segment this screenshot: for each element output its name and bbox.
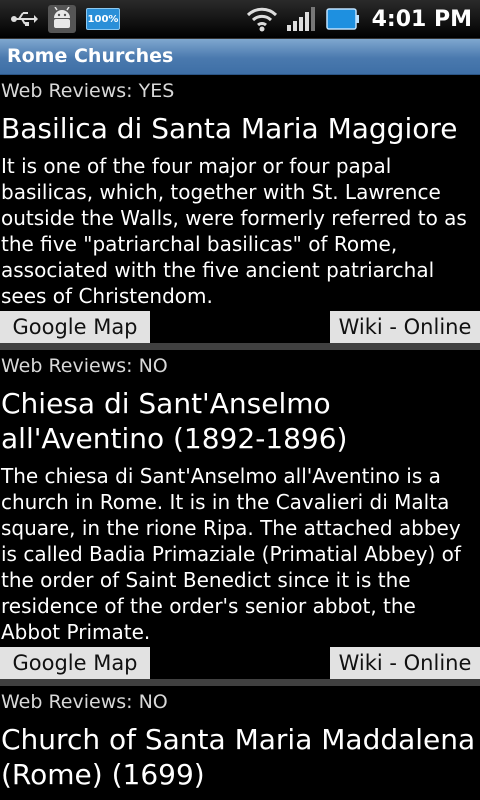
wiki-online-button[interactable]: Wiki - Online: [330, 647, 480, 679]
signal-strength-icon: [286, 6, 318, 32]
android-debug-icon: [48, 5, 76, 33]
church-description: The chiesa di Sant'Anselmo all'Aventino …: [1, 464, 461, 644]
google-map-button[interactable]: Google Map: [0, 647, 150, 679]
google-map-button[interactable]: Google Map: [0, 311, 150, 343]
app-title: Rome Churches: [7, 45, 174, 67]
divider: [0, 343, 480, 350]
church-description: It is one of the four major or four papa…: [1, 154, 467, 308]
app-title-bar: Rome Churches: [0, 39, 480, 75]
web-reviews-status: Web Reviews: NO: [1, 355, 168, 377]
battery-icon: [325, 7, 360, 31]
battery-full-icon: 100%: [86, 8, 120, 30]
divider: [0, 679, 480, 686]
wiki-online-button[interactable]: Wiki - Online: [330, 311, 480, 343]
web-reviews-status: Web Reviews: YES: [1, 80, 175, 102]
usb-icon: [10, 9, 38, 29]
status-bar: 100% 4:01 PM: [0, 0, 480, 39]
clock: 4:01 PM: [371, 6, 472, 32]
church-name: Church of Santa Maria Maddalena (Rome) (…: [1, 723, 476, 791]
web-reviews-status: Web Reviews: NO: [1, 691, 168, 713]
battery-percent-label: 100%: [87, 13, 119, 25]
church-name: Basilica di Santa Maria Maggiore: [1, 112, 458, 145]
church-name: Chiesa di Sant'Anselmo all'Aventino (189…: [1, 387, 348, 455]
wifi-icon: [246, 6, 278, 32]
